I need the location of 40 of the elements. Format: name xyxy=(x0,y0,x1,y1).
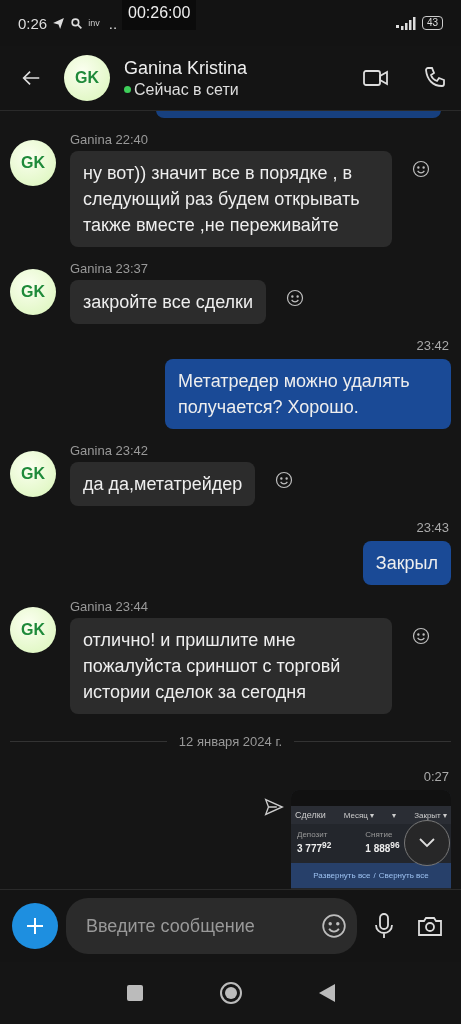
message-meta: Ganina 23:37 xyxy=(70,261,150,276)
contact-status: Сейчас в сети xyxy=(134,80,239,99)
avatar[interactable]: GK xyxy=(10,269,56,315)
message-bubble: отлично! и пришлите мне пожалуйста сриншот с торговй истории сделок за сегодня xyxy=(70,618,392,714)
screenshot-thumbnail[interactable]: Сделки Месяц ▾ ▾ Закрыт ▾ Депозит 3 777$^{92}$ Снятие 1 888$^{96}$ Развернуть все / Свернуть все xyxy=(291,790,451,889)
battery-indicator: 43 xyxy=(421,16,443,30)
avatar[interactable]: GK xyxy=(10,451,56,497)
contact-name: Ganina Kristina xyxy=(124,57,248,79)
message-bubble: закройте все сделки xyxy=(70,280,266,324)
avatar[interactable]: GK xyxy=(64,55,110,101)
avatar[interactable]: GK xyxy=(10,140,56,186)
avatar[interactable]: GK xyxy=(10,607,56,653)
deposit-label: Депозит xyxy=(297,830,329,839)
withdraw-label: Снятие xyxy=(365,830,394,839)
message-meta: Ganina 23:42 xyxy=(70,443,150,458)
collapse-link: Свернуть все xyxy=(378,871,429,881)
screenshot-filter: ▾ xyxy=(392,810,397,820)
expand-link: Развернуть все xyxy=(313,871,371,881)
message-meta: Ganina 23:44 xyxy=(70,599,150,614)
message-time: 23:43 xyxy=(416,520,450,535)
message-meta: Ganina 22:40 xyxy=(70,132,150,147)
message-time: 23:42 xyxy=(416,338,450,353)
date-divider: 12 января 2024 г. xyxy=(178,734,283,749)
separator: / xyxy=(373,871,376,881)
deposit-value: 3 777$^{92}$ xyxy=(297,840,332,855)
message-bubble: да да,метатрейдер xyxy=(70,462,256,506)
withdraw-value: 1 888$^{96}$ xyxy=(365,840,400,855)
screenshot-filter: Месяц ▾ xyxy=(343,810,375,820)
status-dots: .. xyxy=(108,14,118,32)
screenshot-filter: Закрыт ▾ xyxy=(414,810,447,820)
message-input[interactable]: Введите сообщение xyxy=(84,914,322,938)
status-text: inv xyxy=(88,18,100,28)
message-time: 0:27 xyxy=(423,769,450,784)
message-field[interactable]: Введите сообщение xyxy=(66,898,358,954)
message-bubble: Закрыл xyxy=(362,541,451,585)
message-bubble: ну вот)) значит все в порядке , в следующий раз будем открывать также вместе ,не переживайте xyxy=(70,151,392,247)
message-bubble: Метатредер можно удалять получается? Хорошо. xyxy=(165,359,451,429)
recording-timer: 00:26:00 xyxy=(122,0,197,30)
status-time: 0:26 xyxy=(18,14,48,32)
screenshot-title: Сделки xyxy=(295,810,326,820)
